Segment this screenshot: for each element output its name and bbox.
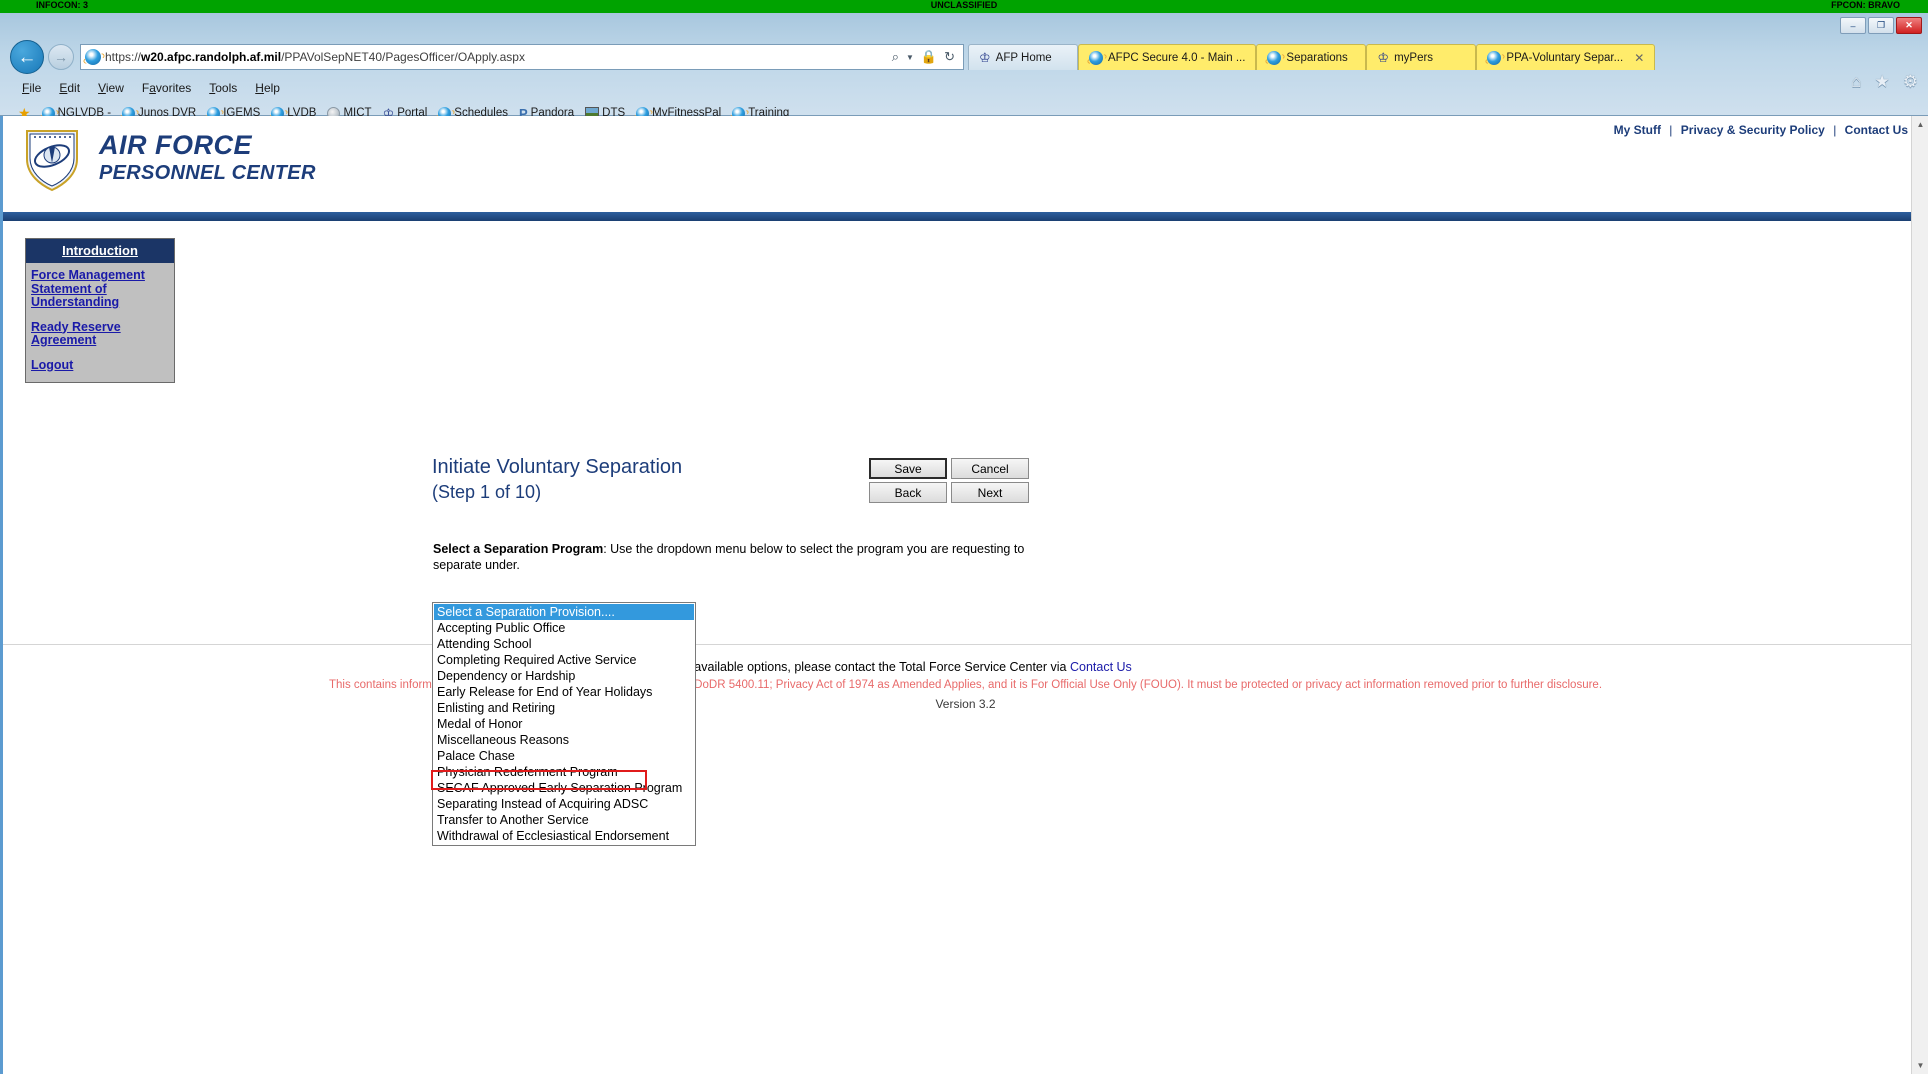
- address-bar-icons: ⌕ ▼ 🔒 ↻: [892, 49, 959, 65]
- close-button[interactable]: ✕: [1896, 17, 1922, 34]
- instruction-text: Select a Separation Program: Use the dro…: [433, 541, 1033, 573]
- next-button[interactable]: Next: [951, 482, 1029, 503]
- address-bar[interactable]: https://w20.afpc.randolph.af.mil/PPAVolS…: [80, 44, 964, 70]
- page-viewport: AIR FORCE PERSONNEL CENTER My Stuff | Pr…: [0, 116, 1928, 1074]
- dropdown-option-miscellaneous-reasons[interactable]: Miscellaneous Reasons: [434, 732, 694, 748]
- tab-label: AFP Home: [995, 51, 1052, 64]
- navigation-row: ← → https://w20.afpc.randolph.af.mil/PPA…: [0, 40, 1928, 91]
- sidebar-item-force-management-sou[interactable]: Force Management Statement of Understand…: [31, 268, 169, 310]
- dropdown-option-enlisting-and-retiring[interactable]: Enlisting and Retiring: [434, 700, 694, 716]
- classification-label: UNCLASSIFIED: [930, 0, 998, 10]
- afp-logo-icon: ♔: [979, 50, 991, 65]
- search-icon[interactable]: ⌕: [892, 49, 899, 65]
- dropdown-option-attending-school[interactable]: Attending School: [434, 636, 694, 652]
- form-action-buttons: Save Cancel Back Next: [869, 458, 1029, 503]
- version-label: Version 3.2: [935, 697, 996, 711]
- browser-menubar: File Edit View Favorites Tools Help: [0, 77, 1928, 98]
- dropdown-option-transfer-to-another-service[interactable]: Transfer to Another Service: [434, 812, 694, 828]
- sidebar-link-list: Force Management Statement of Understand…: [26, 263, 174, 382]
- refresh-icon[interactable]: ↻: [944, 49, 955, 65]
- dropdown-option-accepting-public-office[interactable]: Accepting Public Office: [434, 620, 694, 636]
- sidebar-title: Introduction: [26, 239, 174, 263]
- browser-tab-strip: ♔ AFP Home AFPC Secure 4.0 - Main ... Se…: [968, 44, 1656, 70]
- fpcon-label: FPCON: BRAVO: [1831, 0, 1900, 10]
- brand-line-2: PERSONNEL CENTER: [99, 162, 316, 184]
- url-text: https://w20.afpc.randolph.af.mil/PPAVolS…: [105, 50, 525, 64]
- menu-item-favorites[interactable]: Favorites: [142, 81, 191, 95]
- browser-tab-afp-home[interactable]: ♔ AFP Home: [968, 44, 1078, 70]
- minimize-button[interactable]: –: [1840, 17, 1866, 34]
- page-title: Initiate Voluntary Separation (Step 1 of…: [432, 455, 682, 505]
- nav-link-my-stuff[interactable]: My Stuff: [1614, 123, 1661, 137]
- back-arrow-icon[interactable]: ←: [10, 40, 44, 74]
- internet-explorer-icon: [1267, 50, 1282, 65]
- internet-explorer-icon: [1487, 50, 1502, 65]
- menu-item-file[interactable]: File: [22, 81, 41, 95]
- tab-label: AFPC Secure 4.0 - Main ...: [1108, 51, 1246, 64]
- browser-tab-afpc-secure[interactable]: AFPC Secure 4.0 - Main ...: [1078, 44, 1257, 70]
- browser-tab-separations[interactable]: Separations: [1256, 44, 1367, 70]
- dropdown-option-palace-chase[interactable]: Palace Chase: [434, 748, 694, 764]
- forward-arrow-icon[interactable]: →: [48, 44, 74, 70]
- internet-explorer-icon: [1089, 50, 1103, 65]
- menu-item-view[interactable]: View: [98, 81, 124, 95]
- dropdown-option-physician-redeferment-program[interactable]: Physician Redeferment Program: [434, 764, 694, 780]
- menu-item-help[interactable]: Help: [255, 81, 280, 95]
- scroll-up-icon[interactable]: ▲: [1912, 116, 1928, 133]
- instruction-label: Select a Separation Program: [433, 542, 604, 556]
- back-button[interactable]: Back: [869, 482, 947, 503]
- tab-label: PPA-Voluntary Separ...: [1506, 51, 1624, 64]
- browser-tab-mypers[interactable]: ♔ myPers: [1366, 44, 1477, 70]
- site-header: AIR FORCE PERSONNEL CENTER My Stuff | Pr…: [3, 116, 1928, 212]
- tab-label: Separations: [1286, 51, 1348, 64]
- menu-item-tools[interactable]: Tools: [209, 81, 237, 95]
- dropdown-option-separating-instead-of-acquiring-adsc[interactable]: Separating Instead of Acquiring ADSC: [434, 796, 694, 812]
- contact-us-link[interactable]: Contact Us: [1070, 660, 1132, 674]
- classification-banner: INFOCON: 3 UNCLASSIFIED FPCON: BRAVO: [0, 0, 1928, 13]
- page-step-indicator: (Step 1 of 10): [432, 482, 542, 502]
- brand-wordmark: AIR FORCE PERSONNEL CENTER: [99, 130, 316, 185]
- page-content: Introduction Force Management Statement …: [3, 221, 1928, 1074]
- tab-label: myPers: [1394, 51, 1434, 64]
- menu-item-edit[interactable]: Edit: [59, 81, 80, 95]
- browser-chrome: – ❐ ✕ ← → https://w20.afpc.randolph.af.m…: [0, 13, 1928, 121]
- nav-link-contact-us[interactable]: Contact Us: [1845, 123, 1908, 137]
- dropdown-option-completing-required-active-service[interactable]: Completing Required Active Service: [434, 652, 694, 668]
- brand-line-1: AIR FORCE: [99, 130, 252, 160]
- afp-logo-icon: ♔: [1377, 50, 1390, 65]
- content-divider: [3, 644, 1928, 645]
- sidebar-navigation: Introduction Force Management Statement …: [25, 238, 175, 383]
- scroll-down-icon[interactable]: ▼: [1912, 1057, 1928, 1074]
- lock-icon: 🔒: [920, 49, 938, 64]
- close-icon[interactable]: ✕: [1634, 51, 1644, 65]
- cancel-button[interactable]: Cancel: [951, 458, 1029, 479]
- dropdown-option-placeholder[interactable]: Select a Separation Provision....: [434, 604, 694, 620]
- dropdown-option-early-release-holidays[interactable]: Early Release for End of Year Holidays: [434, 684, 694, 700]
- sidebar-item-ready-reserve-agreement[interactable]: Ready Reserve Agreement: [31, 320, 169, 348]
- fouo-disclaimer: This contains information which must be …: [328, 679, 1603, 691]
- chevron-down-icon[interactable]: ▼: [906, 53, 914, 62]
- utility-nav: My Stuff | Privacy & Security Policy | C…: [1614, 123, 1908, 137]
- air-force-seal-logo: [26, 130, 78, 192]
- dropdown-option-medal-of-honor[interactable]: Medal of Honor: [434, 716, 694, 732]
- nav-separator: |: [1669, 123, 1673, 137]
- page-scrollbar[interactable]: ▲ ▼: [1911, 116, 1928, 1074]
- window-controls: – ❐ ✕: [1840, 17, 1922, 34]
- dropdown-option-secaf-approved-early-separation[interactable]: SECAF Approved Early Separation Program: [434, 780, 694, 796]
- nav-link-privacy-policy[interactable]: Privacy & Security Policy: [1681, 123, 1825, 137]
- internet-explorer-icon: [85, 49, 101, 65]
- save-button[interactable]: Save: [869, 458, 947, 479]
- dropdown-option-withdrawal-ecclesiastical-endorsement[interactable]: Withdrawal of Ecclesiastical Endorsement: [434, 828, 694, 844]
- separation-provision-dropdown[interactable]: Select a Separation Provision.... Accept…: [432, 602, 696, 846]
- header-accent-bar: [3, 212, 1928, 221]
- restore-button[interactable]: ❐: [1868, 17, 1894, 34]
- infocon-label: INFOCON: 3: [36, 0, 89, 10]
- dropdown-option-dependency-or-hardship[interactable]: Dependency or Hardship: [434, 668, 694, 684]
- sidebar-item-logout[interactable]: Logout: [31, 358, 169, 373]
- browser-tab-ppa-voluntary-separation[interactable]: PPA-Voluntary Separ... ✕: [1476, 44, 1656, 70]
- page-title-main: Initiate Voluntary Separation: [432, 456, 683, 478]
- nav-separator: |: [1833, 123, 1837, 137]
